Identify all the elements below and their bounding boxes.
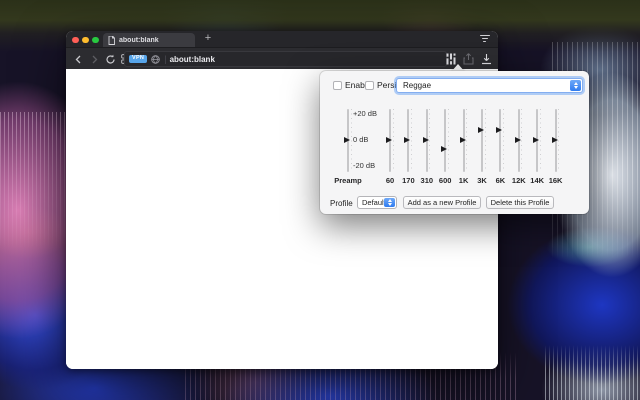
band-16K-ticks bbox=[558, 109, 560, 172]
band-6K-ticks bbox=[502, 109, 504, 172]
url-separator: | bbox=[164, 54, 167, 64]
window-controls bbox=[72, 36, 99, 43]
preamp-ticks bbox=[350, 109, 352, 172]
band-60-ticks bbox=[392, 109, 394, 172]
tab-bar: about:blank + bbox=[66, 31, 498, 47]
close-button[interactable] bbox=[72, 36, 79, 43]
zoom-button[interactable] bbox=[92, 36, 99, 43]
band-6K-thumb[interactable] bbox=[496, 127, 503, 134]
vpn-badge[interactable]: VPN bbox=[129, 54, 148, 64]
profile-label: Profile bbox=[330, 199, 353, 208]
eq-sliders: +20 dB 0 dB -20 dB Preamp 60 170 310 600 1K 3K… bbox=[320, 71, 589, 214]
band-3K-ticks bbox=[484, 109, 486, 172]
band-170-thumb[interactable] bbox=[404, 137, 411, 143]
scale-top-label: +20 dB bbox=[353, 109, 377, 118]
reload-button[interactable] bbox=[102, 51, 118, 67]
page-icon bbox=[108, 35, 115, 45]
band-16K-thumb[interactable] bbox=[551, 137, 558, 143]
browser-menu-icon[interactable] bbox=[479, 35, 490, 44]
band-12K-thumb[interactable] bbox=[514, 137, 521, 143]
delete-profile-button[interactable]: Delete this Profile bbox=[486, 196, 554, 209]
band-16K-label: 16K bbox=[548, 176, 563, 185]
site-globe-icon[interactable] bbox=[151, 54, 160, 64]
band-600-ticks bbox=[447, 109, 449, 172]
band-60-thumb[interactable] bbox=[386, 137, 392, 143]
tab-title: about:blank bbox=[119, 36, 159, 44]
url-text: about:blank bbox=[169, 54, 215, 64]
band-600-slider[interactable] bbox=[444, 109, 447, 172]
band-3K-slider[interactable] bbox=[481, 109, 483, 172]
profile-selected-value: Default bbox=[362, 198, 386, 207]
band-170-ticks bbox=[410, 109, 412, 172]
band-310-ticks bbox=[429, 109, 431, 172]
band-600-thumb[interactable] bbox=[441, 146, 448, 153]
preamp-label: Preamp bbox=[334, 176, 362, 185]
equalizer-popup: Enable Persist Reggae +20 dB 0 dB -20 dB… bbox=[320, 64, 589, 214]
tab-about-blank[interactable]: about:blank bbox=[103, 33, 195, 47]
minimize-button[interactable] bbox=[82, 36, 89, 43]
scale-bottom-label: -20 dB bbox=[353, 161, 376, 170]
popup-body: Enable Persist Reggae +20 dB 0 dB -20 dB… bbox=[320, 71, 589, 214]
band-1K-thumb[interactable] bbox=[459, 137, 466, 143]
preamp-thumb[interactable] bbox=[344, 137, 350, 143]
band-14K-thumb[interactable] bbox=[533, 137, 540, 143]
scale-mid-label: 0 dB bbox=[353, 135, 369, 144]
profile-select[interactable]: Default bbox=[357, 196, 397, 209]
forward-button[interactable] bbox=[86, 51, 102, 67]
back-button[interactable] bbox=[70, 51, 86, 67]
new-tab-button[interactable]: + bbox=[200, 31, 216, 47]
band-12K-ticks bbox=[521, 109, 523, 172]
band-1K-ticks bbox=[466, 109, 468, 172]
band-14K-ticks bbox=[539, 109, 541, 172]
select-stepper-icon bbox=[384, 198, 395, 207]
band-310-thumb[interactable] bbox=[422, 137, 429, 143]
add-profile-button[interactable]: Add as a new Profile bbox=[403, 196, 481, 209]
band-3K-thumb[interactable] bbox=[478, 127, 484, 134]
band-6K-slider[interactable] bbox=[499, 109, 502, 172]
